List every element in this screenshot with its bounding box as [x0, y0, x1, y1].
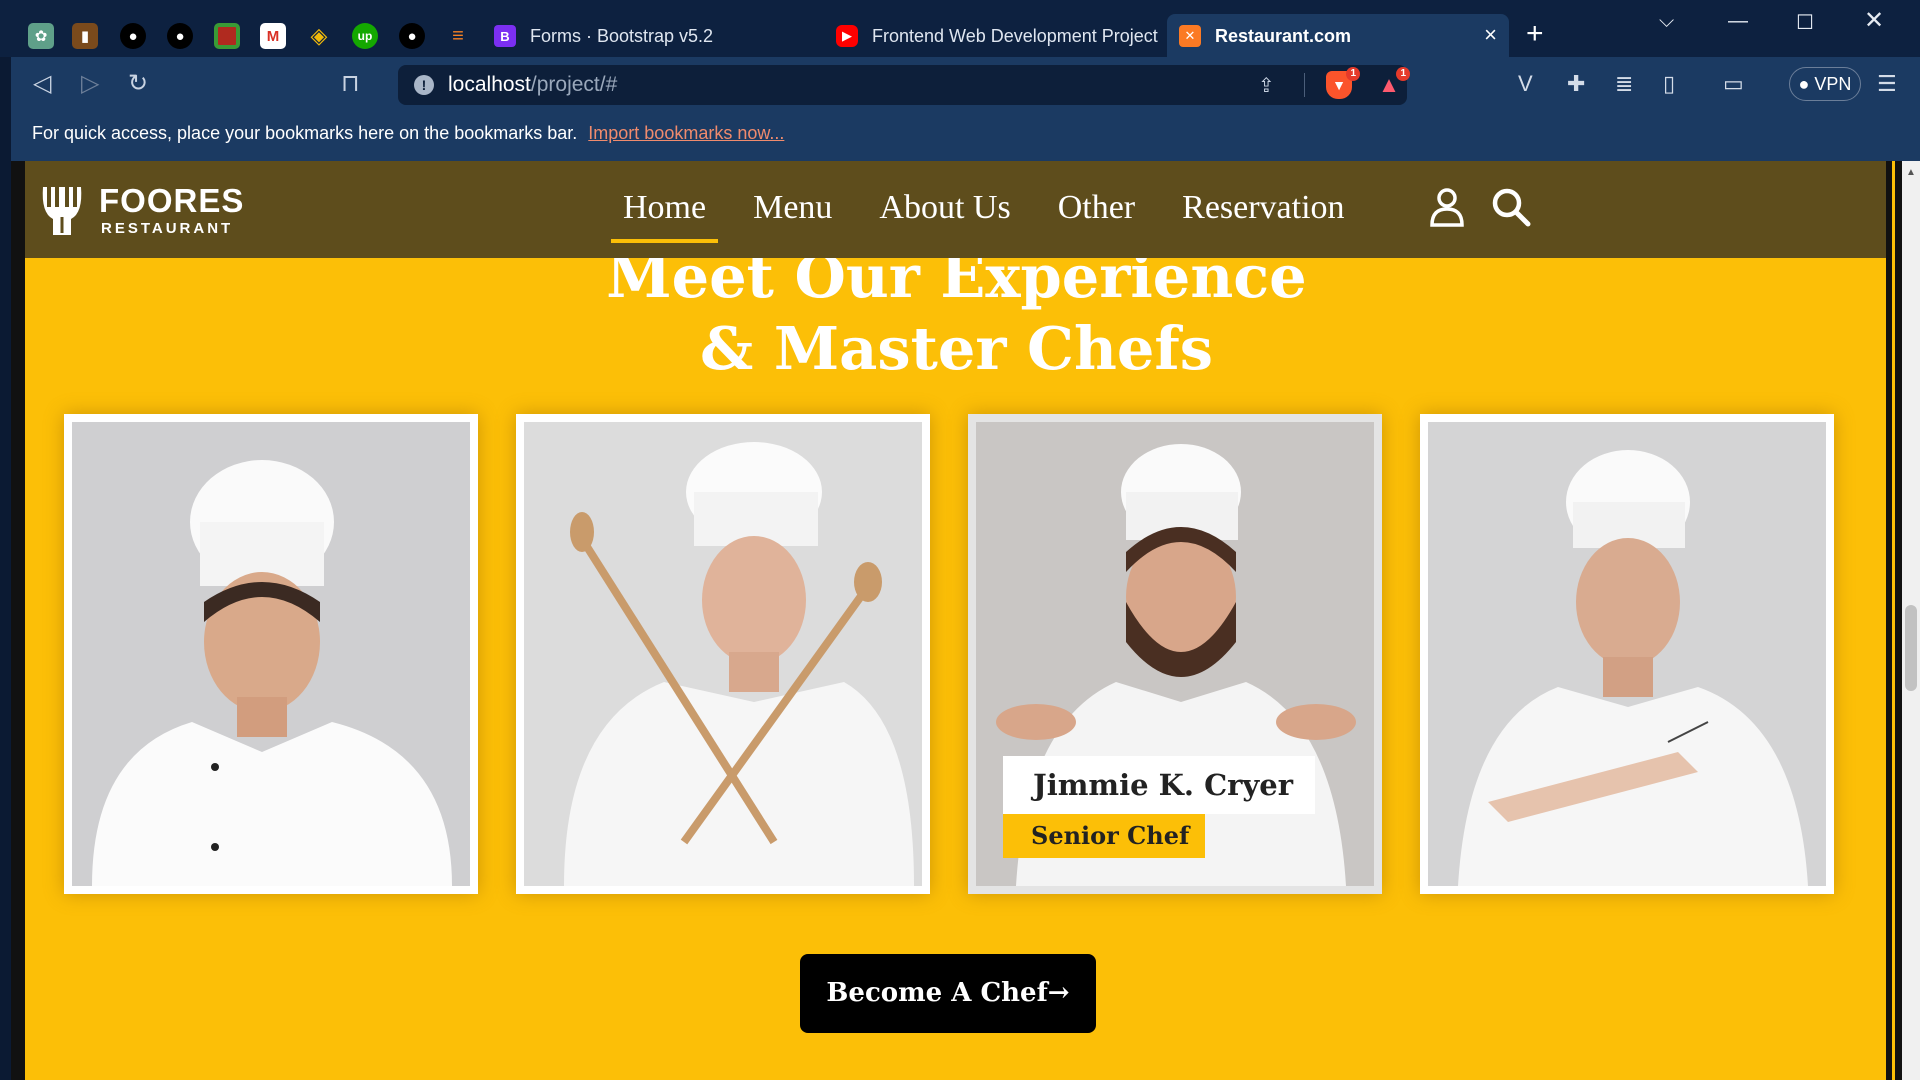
- green-square-icon[interactable]: [204, 14, 250, 58]
- vpn-button[interactable]: ● VPN: [1789, 67, 1861, 101]
- search-icon[interactable]: [1491, 187, 1531, 227]
- binance-icon[interactable]: ◈: [296, 14, 342, 58]
- tab-bootstrap-forms[interactable]: B Forms · Bootstrap v5.2: [482, 14, 822, 58]
- arrow-right-icon: →: [1047, 978, 1070, 1008]
- fork-logo-icon: [42, 187, 82, 235]
- vivaldi-icon[interactable]: V: [1518, 71, 1533, 97]
- close-window-button[interactable]: ✕: [1864, 6, 1884, 35]
- chef-card[interactable]: [1420, 414, 1834, 894]
- playlist-icon[interactable]: ≣: [1615, 71, 1633, 97]
- chef-photo: [524, 422, 922, 886]
- brand-name: FOORES: [99, 182, 245, 219]
- wallet-icon[interactable]: ▭: [1723, 71, 1744, 97]
- user-icon[interactable]: [1429, 187, 1465, 227]
- reload-button[interactable]: ↻: [128, 69, 148, 98]
- forward-button[interactable]: ▷: [81, 69, 99, 98]
- close-tab-icon[interactable]: ×: [1484, 22, 1497, 48]
- url-text: localhost/project/#: [448, 73, 618, 96]
- chef-name: Jimmie K. Cryer: [1003, 756, 1315, 814]
- become-a-chef-button[interactable]: Become A Chef→: [800, 954, 1096, 1033]
- browser-tab-strip: ✿ ▮ ● ● M ◈ up ● ≡ B Forms · Bootstrap v…: [0, 0, 1920, 58]
- tab-youtube-video[interactable]: ▶ Frontend Web Development Project: [824, 14, 1164, 58]
- share-icon[interactable]: ⇪: [1258, 73, 1275, 98]
- brand-logo[interactable]: FOORES RESTAURANT: [39, 183, 243, 239]
- github-icon[interactable]: ●: [110, 14, 156, 58]
- bookmark-icon[interactable]: ⊓: [341, 69, 360, 98]
- main-menu: Home Menu About Us Other Reservation: [610, 189, 1392, 243]
- chef-card[interactable]: [516, 414, 930, 894]
- nav-home[interactable]: Home: [610, 189, 719, 243]
- brave-rewards-icon[interactable]: ▲ 1: [1376, 67, 1410, 99]
- github-icon[interactable]: ●: [157, 14, 203, 58]
- import-bookmarks-link[interactable]: Import bookmarks now...: [588, 123, 784, 143]
- maximize-button[interactable]: ☐: [1796, 10, 1814, 35]
- brand-subtitle: RESTAURANT: [101, 220, 234, 237]
- chef-photo: [72, 422, 470, 886]
- new-tab-button[interactable]: +: [1526, 18, 1544, 50]
- tab-search-chevron-icon[interactable]: ⌵: [1659, 10, 1674, 33]
- bookmarks-bar: For quick access, place your bookmarks h…: [11, 113, 1920, 161]
- nav-other[interactable]: Other: [1058, 189, 1135, 227]
- cta-label: Become A Chef: [826, 978, 1048, 1008]
- xampp-icon: ✕: [1179, 25, 1201, 47]
- page-viewport: Meet Our Experience & Master Chefs FOORE…: [11, 161, 1902, 1080]
- tab-title: Restaurant.com: [1215, 25, 1352, 46]
- brave-shield-icon[interactable]: ▼ 1: [1326, 67, 1360, 99]
- youtube-icon: ▶: [836, 25, 858, 47]
- extensions-icon[interactable]: ✚: [1567, 71, 1585, 97]
- back-button[interactable]: ◁: [33, 69, 51, 98]
- tab-title: Forms · Bootstrap v5.2: [530, 25, 714, 46]
- chef-photo: Jimmie K. Cryer Senior Chef: [976, 422, 1374, 886]
- chef-role: Senior Chef: [1003, 814, 1205, 858]
- book-icon[interactable]: ▮: [62, 14, 108, 58]
- tab-restaurant[interactable]: ✕ Restaurant.com ×: [1167, 14, 1509, 58]
- chef-photo: [1428, 422, 1826, 886]
- nav-menu[interactable]: Menu: [753, 189, 832, 227]
- site-info-icon[interactable]: !: [414, 75, 434, 95]
- nav-about-us[interactable]: About Us: [879, 189, 1010, 227]
- gmail-icon[interactable]: M: [250, 14, 296, 58]
- bookmarks-hint: For quick access, place your bookmarks h…: [32, 123, 578, 143]
- stackoverflow-icon[interactable]: ≡: [435, 14, 481, 58]
- sidebar-icon[interactable]: ▯: [1663, 71, 1675, 97]
- tab-title: Frontend Web Development Project: [872, 25, 1158, 46]
- openai-icon[interactable]: ✿: [18, 14, 64, 58]
- github-icon[interactable]: ●: [389, 14, 435, 58]
- chef-card[interactable]: [64, 414, 478, 894]
- section-heading-line2: & Master Chefs: [700, 314, 1213, 383]
- minimize-button[interactable]: —: [1728, 10, 1748, 33]
- divider: [1304, 73, 1305, 97]
- browser-toolbar: ◁ ▷ ↻ ⊓ ! localhost/project/# ⇪ ▼ 1 ▲ 1 V …: [11, 57, 1920, 113]
- page-scrollbar[interactable]: ▲: [1902, 161, 1920, 1080]
- menu-icon[interactable]: ☰: [1877, 71, 1897, 97]
- bootstrap-icon: B: [494, 25, 516, 47]
- nav-reservation[interactable]: Reservation: [1182, 189, 1344, 227]
- upwork-icon[interactable]: up: [342, 14, 388, 58]
- address-bar[interactable]: ! localhost/project/# ⇪ ▼ 1 ▲ 1: [398, 65, 1410, 105]
- chef-card-active[interactable]: Jimmie K. Cryer Senior Chef: [968, 414, 1382, 894]
- scrollbar-thumb[interactable]: [1905, 605, 1917, 691]
- scroll-up-arrow-icon[interactable]: ▲: [1906, 167, 1916, 178]
- site-navbar: FOORES RESTAURANT Home Menu About Us Oth…: [25, 161, 1886, 258]
